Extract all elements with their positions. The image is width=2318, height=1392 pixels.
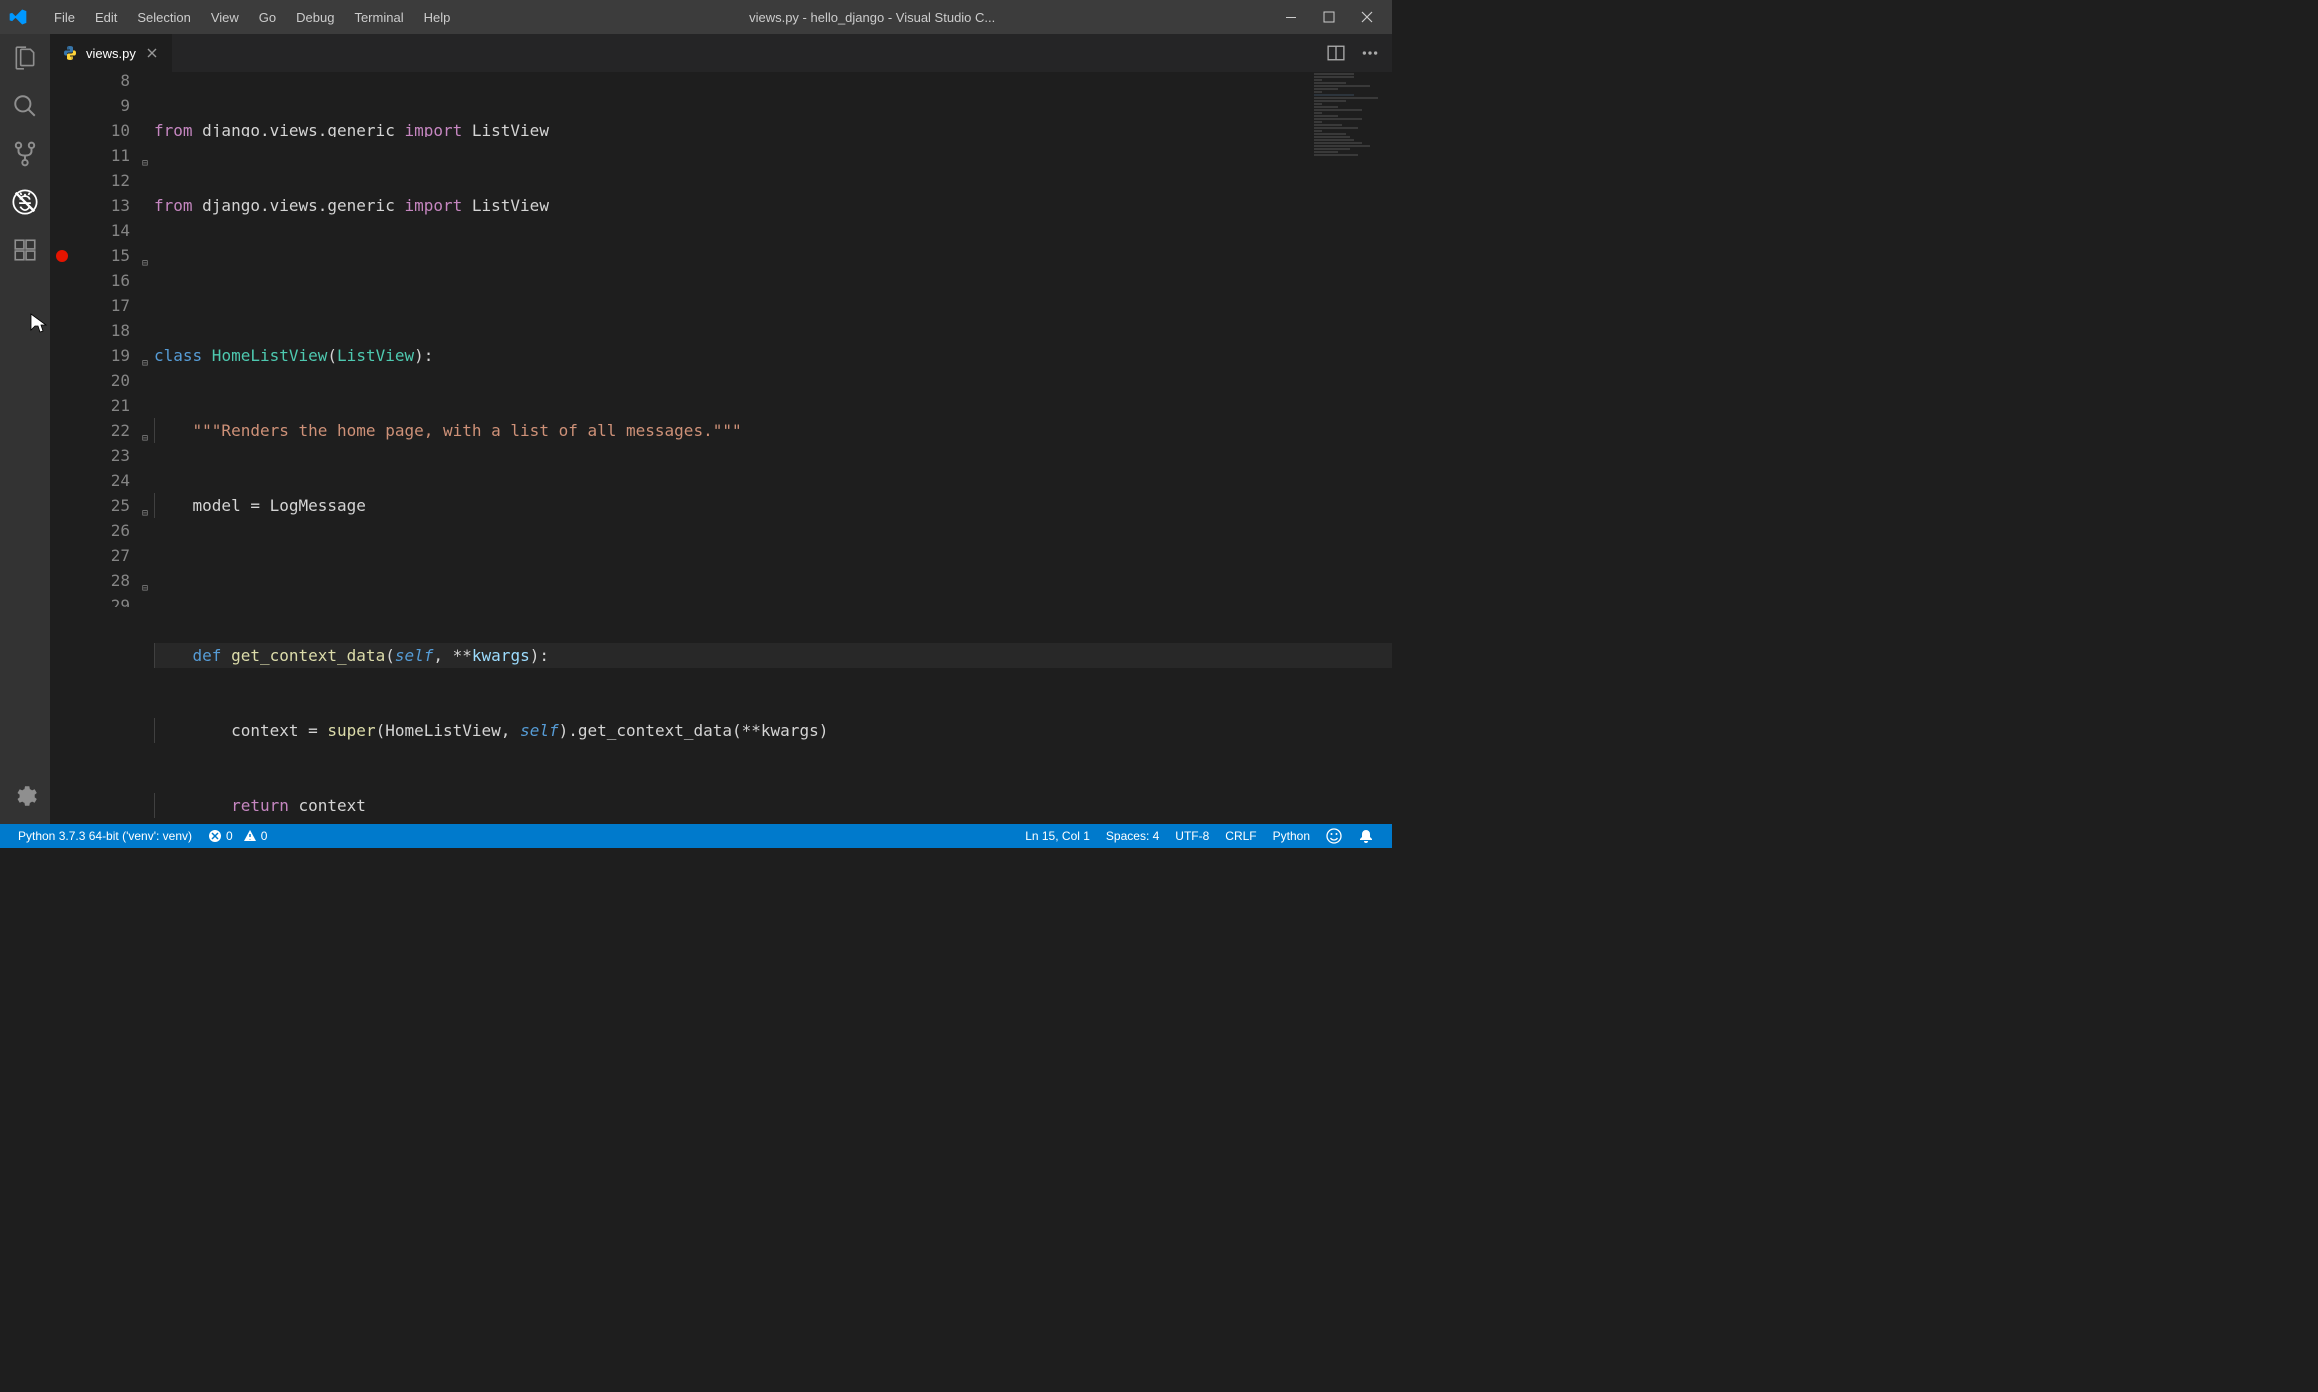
menu-help[interactable]: Help	[414, 4, 461, 31]
line-number[interactable]: 22⊟	[50, 418, 154, 443]
breakpoint-icon[interactable]	[56, 250, 68, 262]
fold-icon[interactable]: ⊟	[138, 251, 148, 261]
line-gutter[interactable]: 8 9 10 11⊟ 12 13 14 15⊟ 16 17 18 19⊟ 20 …	[50, 72, 154, 824]
line-number[interactable]: 24	[50, 468, 154, 493]
line-number[interactable]: 10	[50, 118, 154, 143]
fold-icon[interactable]: ⊟	[138, 576, 148, 586]
menu-edit[interactable]: Edit	[85, 4, 127, 31]
line-number[interactable]: 16	[50, 268, 154, 293]
line-number[interactable]: 17	[50, 293, 154, 318]
more-actions-button[interactable]	[1360, 43, 1380, 63]
fold-icon[interactable]: ⊟	[138, 426, 148, 436]
line-number[interactable]: 15⊟	[50, 243, 154, 268]
editor-tabs: views.py	[50, 34, 1392, 72]
line-number[interactable]: 23	[50, 443, 154, 468]
status-feedback-icon[interactable]	[1318, 828, 1350, 844]
search-icon[interactable]	[11, 92, 39, 120]
code-content[interactable]: from django.views.generic import ListVie…	[154, 72, 1392, 824]
line-number[interactable]: 12	[50, 168, 154, 193]
menu-debug[interactable]: Debug	[286, 4, 344, 31]
line-number[interactable]: 26	[50, 518, 154, 543]
window-title: views.py - hello_django - Visual Studio …	[460, 10, 1284, 25]
settings-gear-icon[interactable]	[11, 782, 39, 810]
warning-icon	[243, 829, 257, 843]
split-editor-button[interactable]	[1326, 43, 1346, 63]
python-file-icon	[62, 45, 78, 61]
menu-terminal[interactable]: Terminal	[344, 4, 413, 31]
menu-file[interactable]: File	[44, 4, 85, 31]
debug-icon[interactable]	[11, 188, 39, 216]
fold-icon[interactable]: ⊟	[138, 501, 148, 511]
menu-view[interactable]: View	[201, 4, 249, 31]
fold-icon[interactable]: ⊟	[138, 151, 148, 161]
menu-go[interactable]: Go	[249, 4, 286, 31]
tab-close-button[interactable]	[144, 45, 160, 61]
line-number[interactable]: 20	[50, 368, 154, 393]
extensions-icon[interactable]	[11, 236, 39, 264]
close-button[interactable]	[1360, 10, 1374, 24]
status-python-env[interactable]: Python 3.7.3 64-bit ('venv': venv)	[10, 829, 200, 843]
error-icon	[208, 829, 222, 843]
tab-label: views.py	[86, 46, 136, 61]
line-number[interactable]: 11⊟	[50, 143, 154, 168]
editor-area: views.py 8 9 10 11⊟ 12 13	[50, 34, 1392, 824]
activity-bar	[0, 34, 50, 824]
line-number[interactable]: 29	[50, 593, 154, 607]
maximize-button[interactable]	[1322, 10, 1336, 24]
menu-selection[interactable]: Selection	[127, 4, 200, 31]
status-notifications-icon[interactable]	[1350, 828, 1382, 844]
line-number[interactable]: 25⊟	[50, 493, 154, 518]
line-number[interactable]: 14	[50, 218, 154, 243]
status-indentation[interactable]: Spaces: 4	[1098, 829, 1167, 843]
status-language[interactable]: Python	[1265, 829, 1318, 843]
window-controls	[1284, 10, 1374, 24]
line-number[interactable]: 9	[50, 93, 154, 118]
status-encoding[interactable]: UTF-8	[1167, 829, 1217, 843]
status-cursor-position[interactable]: Ln 15, Col 1	[1017, 829, 1098, 843]
code-editor[interactable]: 8 9 10 11⊟ 12 13 14 15⊟ 16 17 18 19⊟ 20 …	[50, 72, 1392, 824]
source-control-icon[interactable]	[11, 140, 39, 168]
line-number[interactable]: 28⊟	[50, 568, 154, 593]
line-number[interactable]: 27	[50, 543, 154, 568]
status-problems[interactable]: 0 0	[200, 829, 275, 843]
vscode-logo-icon	[8, 7, 28, 27]
explorer-icon[interactable]	[11, 44, 39, 72]
titlebar: File Edit Selection View Go Debug Termin…	[0, 0, 1392, 34]
status-eol[interactable]: CRLF	[1217, 829, 1264, 843]
line-number[interactable]: 8	[50, 72, 154, 87]
tab-views-py[interactable]: views.py	[50, 34, 173, 72]
minimap[interactable]	[1312, 72, 1392, 192]
menubar: File Edit Selection View Go Debug Termin…	[44, 4, 460, 31]
line-number[interactable]: 13	[50, 193, 154, 218]
minimize-button[interactable]	[1284, 10, 1298, 24]
statusbar: Python 3.7.3 64-bit ('venv': venv) 0 0 L…	[0, 824, 1392, 848]
line-number[interactable]: 18	[50, 318, 154, 343]
line-number[interactable]: 21	[50, 393, 154, 418]
fold-icon[interactable]: ⊟	[138, 351, 148, 361]
line-number[interactable]: 19⊟	[50, 343, 154, 368]
